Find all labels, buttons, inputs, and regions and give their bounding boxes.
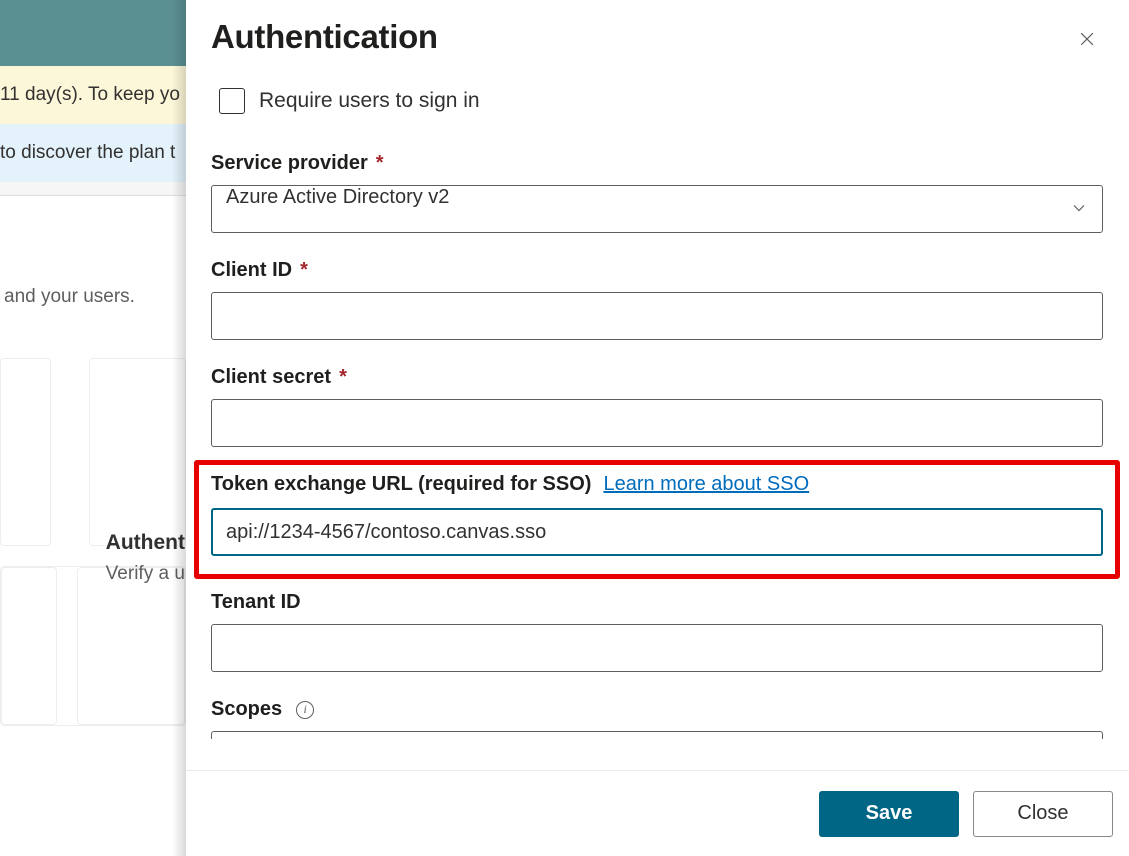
info-icon[interactable]: i [296,701,314,719]
require-signin-label: Require users to sign in [259,89,480,113]
close-panel-button[interactable] [1071,24,1103,56]
save-button[interactable]: Save [819,791,959,837]
authentication-panel: Authentication Require users to sign in … [186,0,1129,856]
card-title: Authent [106,531,185,555]
card: Authent Verify a u [89,358,186,546]
required-indicator: * [300,259,308,282]
require-signin-checkbox[interactable] [219,88,245,114]
service-provider-label: Service provider [211,152,368,175]
close-button[interactable]: Close [973,791,1113,837]
token-url-highlight: Token exchange URL (required for SSO) Le… [194,460,1120,579]
card [0,358,51,546]
panel-footer: Save Close [186,770,1129,856]
header-bar [0,0,186,66]
tenant-id-label: Tenant ID [211,591,301,614]
card-row [0,566,186,726]
page-subtitle: and your users. [0,206,186,308]
tenant-id-input[interactable] [211,624,1103,672]
service-provider-select[interactable]: Azure Active Directory v2 [211,185,1103,233]
client-secret-input[interactable] [211,399,1103,447]
token-url-input[interactable] [211,508,1103,556]
client-secret-label: Client secret [211,366,331,389]
token-url-label: Token exchange URL (required for SSO) [211,473,591,496]
panel-title: Authentication [211,18,438,56]
scopes-input[interactable] [211,731,1103,739]
card-subtitle: Verify a u [106,563,185,585]
scopes-label: Scopes [211,698,282,721]
page-backdrop: 11 day(s). To keep yo to discover the pl… [0,0,186,856]
required-indicator: * [376,152,384,175]
learn-more-sso-link[interactable]: Learn more about SSO [603,473,809,496]
warning-banner: 11 day(s). To keep yo [0,66,186,124]
client-id-input[interactable] [211,292,1103,340]
info-banner: to discover the plan t [0,124,186,182]
close-icon [1077,29,1097,52]
client-id-label: Client ID [211,259,292,282]
divider [0,182,186,196]
required-indicator: * [339,366,347,389]
